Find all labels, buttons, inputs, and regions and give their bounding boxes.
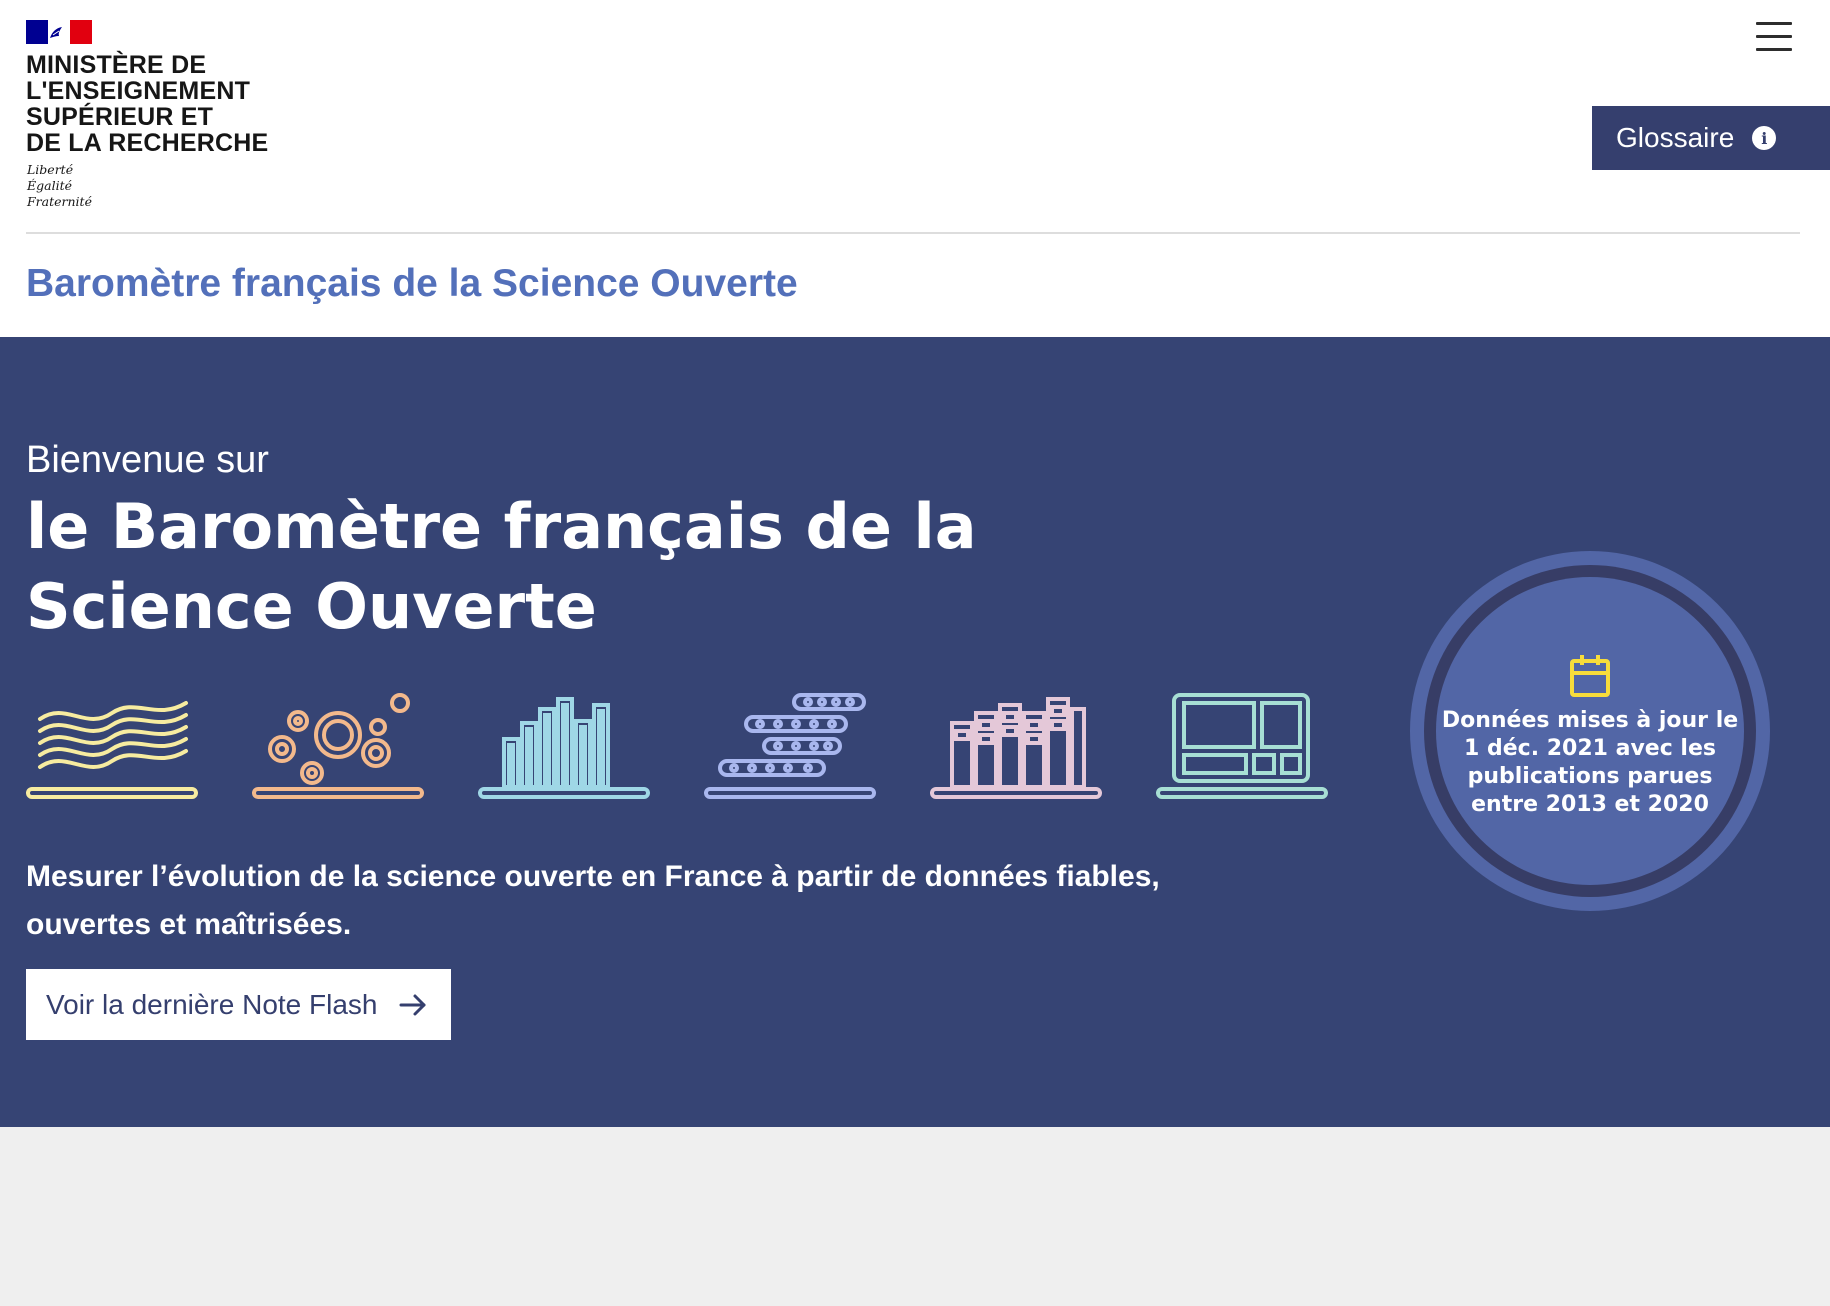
calendar-icon bbox=[1570, 655, 1610, 697]
glossary-button[interactable]: Glossaire i bbox=[1592, 106, 1830, 170]
hero-title: le Baromètre français de la Science Ouve… bbox=[26, 490, 977, 643]
republic-motto: Liberté Égalité Fraternité bbox=[27, 162, 92, 210]
hero-tagline: Mesurer l’évolution de la science ouvert… bbox=[26, 860, 1160, 941]
update-badge-text: Données mises à jour le 1 déc. 2021 avec… bbox=[1441, 708, 1739, 817]
ministry-line: L'ENSEIGNEMENT bbox=[26, 77, 251, 105]
hamburger-menu-icon[interactable] bbox=[1756, 22, 1792, 54]
marianne-icon bbox=[50, 27, 62, 38]
ministry-line: MINISTÈRE DE bbox=[26, 51, 207, 79]
motto-line: Égalité bbox=[27, 178, 72, 193]
illustration-icons bbox=[26, 691, 1336, 801]
bar-chart-icon bbox=[478, 697, 650, 799]
ministry-line: DE LA RECHERCHE bbox=[26, 129, 269, 157]
info-icon: i bbox=[1752, 126, 1777, 150]
site-title[interactable]: Baromètre français de la Science Ouverte bbox=[26, 262, 798, 306]
motto-line: Fraternité bbox=[27, 194, 92, 209]
header-divider bbox=[26, 232, 1800, 234]
timeline-icon bbox=[704, 693, 876, 799]
welcome-text: Bienvenue sur bbox=[26, 439, 269, 481]
ministry-name: MINISTÈRE DE L'ENSEIGNEMENT SUPÉRIEUR ET… bbox=[26, 52, 268, 156]
latest-note-flash-button[interactable]: Voir la dernière Note Flash bbox=[26, 969, 451, 1040]
glossary-label: Glossaire bbox=[1616, 122, 1735, 153]
bubbles-icon bbox=[252, 693, 424, 799]
books-icon bbox=[930, 697, 1102, 799]
waves-icon bbox=[26, 701, 198, 799]
hero-section: Bienvenue sur le Baromètre français de l… bbox=[0, 337, 1830, 1127]
cta-label: Voir la dernière Note Flash bbox=[46, 988, 378, 1020]
ministry-line: SUPÉRIEUR ET bbox=[26, 103, 214, 131]
motto-line: Liberté bbox=[27, 162, 74, 177]
site-header: MINISTÈRE DE L'ENSEIGNEMENT SUPÉRIEUR ET… bbox=[0, 0, 1830, 337]
republique-francaise-flag-logo bbox=[26, 20, 92, 44]
arrow-right-icon bbox=[399, 994, 426, 1015]
dashboard-icon bbox=[1156, 693, 1328, 799]
